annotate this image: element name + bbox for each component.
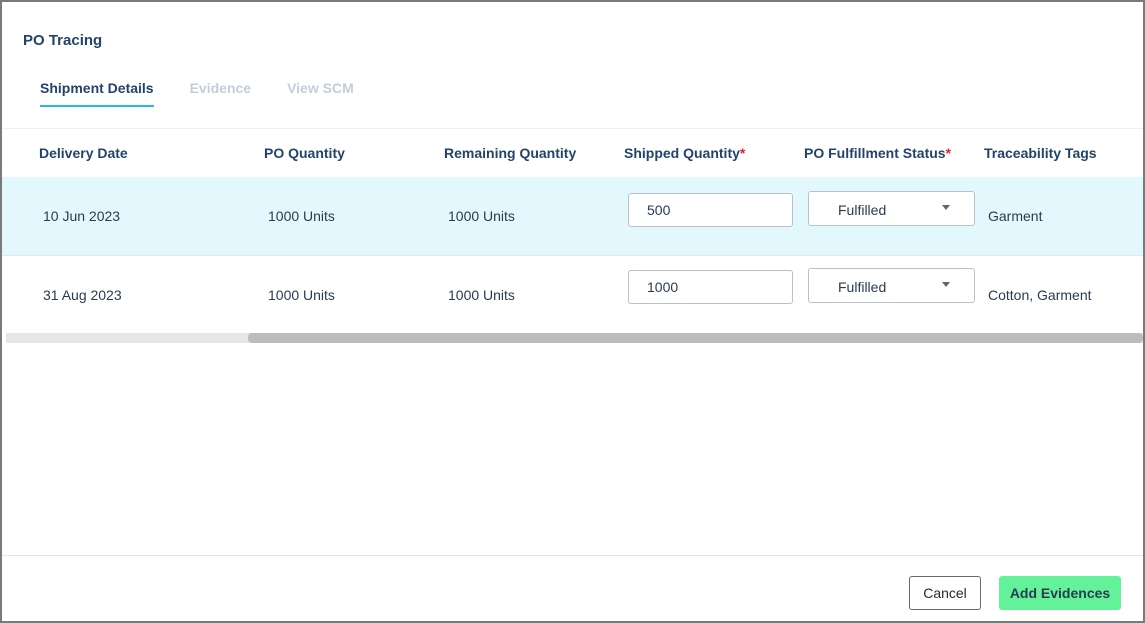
header-fulfillment-status-label: PO Fulfillment Status xyxy=(804,145,946,161)
fulfillment-status-value: Fulfilled xyxy=(838,279,887,295)
table-row: 31 Aug 2023 1000 Units 1000 Units Fulfil… xyxy=(2,256,1143,332)
header-traceability-tags: Traceability Tags xyxy=(984,145,1097,161)
shipped-quantity-input[interactable] xyxy=(628,270,793,304)
traceability-tags-cell: Garment xyxy=(988,208,1043,224)
tab-view-scm[interactable]: View SCM xyxy=(287,80,354,107)
table-header: Delivery Date PO Quantity Remaining Quan… xyxy=(2,128,1143,178)
caret-down-icon xyxy=(942,205,950,210)
add-evidences-button[interactable]: Add Evidences xyxy=(999,576,1121,610)
header-shipped-quantity-label: Shipped Quantity xyxy=(624,145,740,161)
remaining-quantity-cell: 1000 Units xyxy=(448,287,515,303)
po-tracing-modal: PO Tracing Shipment Details Evidence Vie… xyxy=(0,0,1145,623)
tab-evidence[interactable]: Evidence xyxy=(190,80,251,107)
po-quantity-cell: 1000 Units xyxy=(268,208,335,224)
header-delivery-date: Delivery Date xyxy=(39,145,128,161)
fulfillment-status-value: Fulfilled xyxy=(838,202,887,218)
modal-footer: Cancel Add Evidences xyxy=(2,555,1143,621)
scrollbar-thumb[interactable] xyxy=(248,333,1143,343)
caret-down-icon xyxy=(942,282,950,287)
po-quantity-cell: 1000 Units xyxy=(268,287,335,303)
tab-shipment-details[interactable]: Shipment Details xyxy=(40,80,154,107)
tab-bar: Shipment Details Evidence View SCM xyxy=(40,80,390,107)
remaining-quantity-cell: 1000 Units xyxy=(448,208,515,224)
horizontal-scrollbar[interactable] xyxy=(6,333,1143,343)
traceability-tags-cell: Cotton, Garment xyxy=(988,287,1092,303)
header-remaining-quantity: Remaining Quantity xyxy=(444,145,577,161)
modal-title: PO Tracing xyxy=(23,32,103,49)
fulfillment-status-select[interactable]: Fulfilled xyxy=(808,268,975,303)
header-po-quantity: PO Quantity xyxy=(264,145,345,161)
shipped-quantity-input[interactable] xyxy=(628,193,793,227)
delivery-date-cell: 31 Aug 2023 xyxy=(43,287,122,303)
cancel-button[interactable]: Cancel xyxy=(909,576,981,610)
required-marker: * xyxy=(739,145,746,161)
required-marker: * xyxy=(945,145,952,161)
header-fulfillment-status: PO Fulfillment Status* xyxy=(804,145,951,161)
fulfillment-status-select[interactable]: Fulfilled xyxy=(808,191,975,226)
header-shipped-quantity: Shipped Quantity* xyxy=(624,145,745,161)
delivery-date-cell: 10 Jun 2023 xyxy=(43,208,121,224)
table-row: 10 Jun 2023 1000 Units 1000 Units Fulfil… xyxy=(2,177,1143,256)
